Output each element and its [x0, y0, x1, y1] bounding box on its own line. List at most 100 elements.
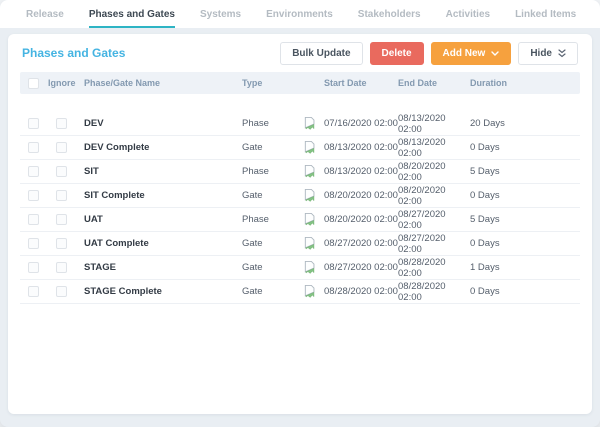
phase-gate-name: STAGE: [84, 262, 117, 273]
row-select-checkbox[interactable]: [28, 190, 39, 201]
start-date: 07/16/2020 02:00: [324, 118, 398, 129]
phase-gate-name: DEV Complete: [84, 142, 150, 153]
hide-label: Hide: [530, 47, 552, 59]
double-chevron-down-icon: [558, 48, 566, 58]
row-ignore-checkbox[interactable]: [56, 238, 67, 249]
column-header-duration: Duration: [470, 78, 507, 88]
column-header-end: End Date: [398, 78, 438, 88]
end-date: 08/28/2020 02:00: [398, 256, 446, 279]
hide-button[interactable]: Hide: [518, 41, 578, 65]
phase-gate-name: SIT Complete: [84, 190, 145, 201]
phase-gate-type: Gate: [242, 190, 263, 201]
bulk-update-label: Bulk Update: [292, 47, 351, 59]
add-new-button[interactable]: Add New: [430, 41, 512, 65]
row-ignore-checkbox[interactable]: [56, 118, 67, 129]
column-header-name: Phase/Gate Name: [84, 78, 161, 88]
broken-image-icon: [294, 164, 324, 179]
add-new-label: Add New: [442, 47, 486, 59]
end-date: 08/27/2020 02:00: [398, 232, 446, 255]
table-row[interactable]: STAGE Complete Gate 08/28/2020 02:00 08/…: [20, 280, 580, 304]
tab-label: Environments: [266, 8, 333, 20]
row-ignore-checkbox[interactable]: [56, 286, 67, 297]
row-ignore-checkbox[interactable]: [56, 190, 67, 201]
duration: 5 Days: [470, 214, 500, 225]
tab-stakeholders[interactable]: Stakeholders: [358, 0, 421, 28]
row-select-checkbox[interactable]: [28, 214, 39, 225]
duration: 5 Days: [470, 166, 500, 177]
tab-label: Stakeholders: [357, 8, 421, 20]
phase-gate-name: DEV: [84, 118, 104, 129]
tab-label: Systems: [199, 8, 242, 20]
toolbar: Bulk Update Delete Add New Hide: [280, 41, 578, 65]
row-ignore-checkbox[interactable]: [56, 142, 67, 153]
broken-image-icon: [294, 236, 324, 251]
table-row[interactable]: UAT Phase 08/20/2020 02:00 08/27/2020 02…: [20, 208, 580, 232]
row-select-checkbox[interactable]: [28, 118, 39, 129]
end-date: 08/20/2020 02:00: [398, 160, 446, 183]
phase-gate-name: STAGE Complete: [84, 286, 162, 297]
panel-title: Phases and Gates: [22, 46, 126, 60]
broken-image-icon: [294, 260, 324, 275]
row-ignore-checkbox[interactable]: [56, 166, 67, 177]
row-select-checkbox[interactable]: [28, 262, 39, 273]
select-all-checkbox[interactable]: [28, 77, 39, 89]
column-header-start: Start Date: [324, 78, 367, 88]
phase-gate-type: Phase: [242, 118, 269, 129]
table-row[interactable]: SIT Phase 08/13/2020 02:00 08/20/2020 02…: [20, 160, 580, 184]
start-date: 08/20/2020 02:00: [324, 190, 398, 201]
row-select-checkbox[interactable]: [28, 238, 39, 249]
table-header-row: Ignore Phase/Gate Name Type Start Date E…: [20, 72, 580, 94]
delete-button[interactable]: Delete: [369, 41, 424, 65]
release-detail-screen: Release Phases and Gates Systems Environ…: [0, 0, 600, 427]
table-row[interactable]: DEV Phase 07/16/2020 02:00 08/13/2020 02…: [20, 112, 580, 136]
end-date: 08/27/2020 02:00: [398, 208, 446, 231]
row-ignore-checkbox[interactable]: [56, 262, 67, 273]
row-select-checkbox[interactable]: [28, 286, 39, 297]
end-date: 08/28/2020 02:00: [398, 280, 446, 303]
broken-image-icon: [294, 212, 324, 227]
phase-gate-type: Gate: [242, 286, 263, 297]
table-row[interactable]: UAT Complete Gate 08/27/2020 02:00 08/27…: [20, 232, 580, 256]
tab-systems[interactable]: Systems: [200, 0, 241, 28]
table-row[interactable]: SIT Complete Gate 08/20/2020 02:00 08/20…: [20, 184, 580, 208]
start-date: 08/13/2020 02:00: [324, 142, 398, 153]
column-header-type: Type: [242, 78, 263, 88]
row-select-checkbox[interactable]: [28, 166, 39, 177]
tab-bar: Release Phases and Gates Systems Environ…: [0, 0, 600, 28]
tab-environments[interactable]: Environments: [266, 0, 333, 28]
start-date: 08/27/2020 02:00: [324, 262, 398, 273]
tab-label: Release: [26, 8, 64, 20]
start-date: 08/13/2020 02:00: [324, 166, 398, 177]
table-body: DEV Phase 07/16/2020 02:00 08/13/2020 02…: [20, 112, 580, 304]
start-date: 08/27/2020 02:00: [324, 238, 398, 249]
tab-phases-and-gates[interactable]: Phases and Gates: [88, 0, 175, 28]
duration: 1 Days: [470, 262, 500, 273]
row-ignore-checkbox[interactable]: [56, 214, 67, 225]
duration: 0 Days: [470, 238, 500, 249]
tab-linked-items[interactable]: Linked Items: [515, 0, 576, 28]
phase-gate-type: Gate: [242, 238, 263, 249]
bulk-update-button[interactable]: Bulk Update: [280, 41, 363, 65]
delete-label: Delete: [381, 47, 412, 59]
end-date: 08/20/2020 02:00: [398, 184, 446, 207]
start-date: 08/20/2020 02:00: [324, 214, 398, 225]
broken-image-icon: [294, 116, 324, 131]
broken-image-icon: [294, 284, 324, 299]
table-row[interactable]: STAGE Gate 08/27/2020 02:00 08/28/2020 0…: [20, 256, 580, 280]
phase-gate-name: UAT: [84, 214, 103, 225]
phase-gate-name: SIT: [84, 166, 99, 177]
broken-image-icon: [294, 140, 324, 155]
phases-gates-table: Ignore Phase/Gate Name Type Start Date E…: [20, 72, 580, 304]
panel-header: Phases and Gates Bulk Update Delete Add …: [8, 34, 592, 65]
phase-gate-type: Phase: [242, 214, 269, 225]
table-row[interactable]: DEV Complete Gate 08/13/2020 02:00 08/13…: [20, 136, 580, 160]
tab-release[interactable]: Release: [26, 0, 64, 28]
tab-label: Linked Items: [515, 8, 577, 20]
end-date: 08/13/2020 02:00: [398, 136, 446, 159]
phase-gate-name: UAT Complete: [84, 238, 149, 249]
tab-activities[interactable]: Activities: [446, 0, 490, 28]
row-select-checkbox[interactable]: [28, 142, 39, 153]
tab-label: Activities: [445, 8, 491, 20]
broken-image-icon: [294, 188, 324, 203]
chevron-down-icon: [491, 50, 500, 56]
